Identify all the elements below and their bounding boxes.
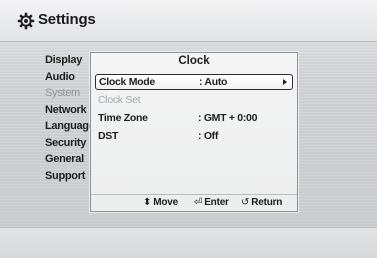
chevron-right-icon [283, 79, 287, 85]
move-hint: ⬍ Move [143, 197, 178, 208]
clock-dialog: Clock Clock Mode : Auto Clock Set Time Z… [90, 52, 298, 212]
clock-mode-value: : Auto [199, 76, 228, 88]
clock-mode-option[interactable]: Clock Mode : Auto [95, 74, 293, 90]
time-zone-value: : GMT + 0:00 [198, 112, 258, 124]
bottom-bar [0, 227, 377, 258]
clock-set-label: Clock Set [98, 94, 141, 106]
time-zone-option[interactable]: Time Zone : GMT + 0:00 [95, 111, 291, 126]
page-title: Settings [38, 11, 96, 28]
header-bar: Settings [0, 0, 377, 42]
up-down-arrows-icon: ⬍ [143, 197, 152, 208]
dst-value: : Off [198, 130, 219, 142]
dst-label: DST [98, 130, 119, 142]
move-hint-label: Move [153, 197, 178, 208]
dialog-footer: ⬍ Move ⏎ Enter ↺ Return [91, 194, 297, 211]
return-icon: ↺ [241, 197, 250, 208]
clock-set-option: Clock Set [95, 93, 291, 108]
enter-hint: ⏎ Enter [194, 197, 229, 208]
time-zone-label: Time Zone [98, 112, 148, 124]
settings-screen: Settings Display Audio System Network La… [0, 0, 377, 258]
dialog-title: Clock [178, 55, 210, 67]
clock-mode-label: Clock Mode [99, 76, 155, 88]
return-hint: ↺ Return [241, 197, 282, 208]
enter-icon: ⏎ [194, 197, 203, 208]
enter-hint-label: Enter [204, 197, 229, 208]
gear-icon [17, 12, 35, 30]
dst-option[interactable]: DST : Off [95, 129, 291, 144]
return-hint-label: Return [251, 197, 283, 208]
